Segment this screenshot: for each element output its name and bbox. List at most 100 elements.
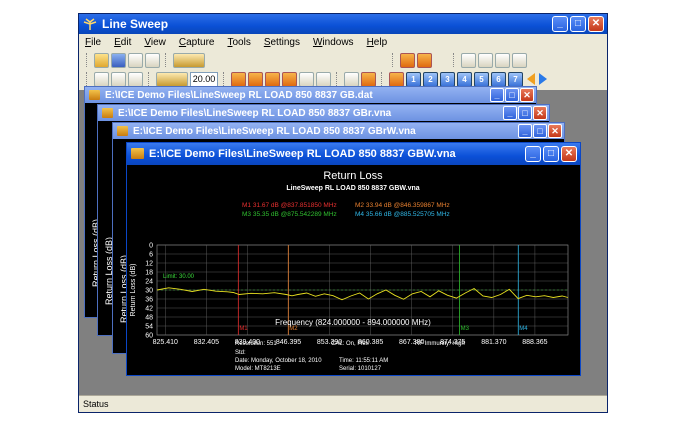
document-icon bbox=[89, 90, 100, 100]
x-tick-label: 881.370 bbox=[481, 339, 506, 346]
toolbar-grip[interactable] bbox=[392, 53, 395, 67]
y-tick-label: 42 bbox=[145, 306, 153, 313]
toolbar-grip[interactable] bbox=[381, 72, 384, 86]
menu-file[interactable]: File bbox=[85, 37, 101, 48]
page-4-button[interactable]: 4 bbox=[457, 71, 472, 87]
antenna-tool-icon[interactable] bbox=[94, 71, 109, 87]
trace-line bbox=[156, 287, 569, 301]
menu-help[interactable]: Help bbox=[367, 37, 388, 48]
y-ticks: 06121824303642485460 bbox=[145, 243, 153, 340]
level-bar-icon[interactable] bbox=[156, 71, 188, 87]
minimize-button[interactable]: _ bbox=[518, 124, 532, 138]
info-rf-immunity: RF Immunity: High bbox=[415, 341, 465, 347]
y-tick-label: 18 bbox=[145, 270, 153, 277]
active-window-titlebar[interactable]: E:\ICE Demo Files\LineSweep RL LOAD 850 … bbox=[127, 143, 580, 165]
arrow-left-icon[interactable] bbox=[527, 73, 535, 85]
page-6-button[interactable]: 6 bbox=[491, 71, 506, 87]
toolbar-grip[interactable] bbox=[148, 72, 151, 86]
close-button[interactable]: ✕ bbox=[533, 106, 547, 120]
active-window-title: E:\ICE Demo Files\LineSweep RL LOAD 850 … bbox=[149, 148, 456, 160]
maximize-button[interactable]: □ bbox=[505, 88, 519, 102]
summary-icon[interactable] bbox=[173, 52, 205, 68]
report-icon[interactable] bbox=[417, 52, 432, 68]
grid-view-icon[interactable] bbox=[512, 52, 527, 68]
close-button[interactable]: ✕ bbox=[561, 146, 577, 162]
square-tool-icon[interactable] bbox=[111, 71, 126, 87]
antenna-icon bbox=[83, 18, 97, 30]
status-text: Status bbox=[83, 399, 109, 409]
y-tick-label: 48 bbox=[145, 315, 153, 322]
marker-readout-m4: M4 35.66 dB @885.525705 MHz bbox=[355, 211, 450, 218]
menu-settings[interactable]: Settings bbox=[264, 37, 300, 48]
info-date: Date: Monday, October 18, 2010 bbox=[235, 358, 322, 364]
peak-icon[interactable] bbox=[299, 71, 314, 87]
toolbar-grip[interactable] bbox=[165, 53, 168, 67]
child-window-1-titlebar[interactable]: E:\ICE Demo Files\LineSweep RL LOAD 850 … bbox=[85, 87, 536, 103]
marker-tag-m4: M4 bbox=[519, 326, 528, 332]
child-window-active[interactable]: E:\ICE Demo Files\LineSweep RL LOAD 850 … bbox=[126, 142, 581, 376]
child-window-2-title: E:\ICE Demo Files\LineSweep RL LOAD 850 … bbox=[118, 107, 392, 119]
menu-capture[interactable]: Capture bbox=[179, 37, 215, 48]
connect-icon[interactable] bbox=[145, 52, 160, 68]
minimize-button[interactable]: _ bbox=[490, 88, 504, 102]
page-7-button[interactable]: 7 bbox=[508, 71, 523, 87]
marker-icon[interactable] bbox=[344, 71, 359, 87]
x-tick-label: 846.395 bbox=[276, 339, 301, 346]
capture-icon[interactable] bbox=[400, 52, 415, 68]
trace-b-icon[interactable] bbox=[248, 71, 263, 87]
menu-tools[interactable]: Tools bbox=[227, 37, 250, 48]
menubar: File Edit View Capture Tools Settings Wi… bbox=[79, 34, 607, 50]
page-home-icon[interactable] bbox=[389, 71, 404, 87]
toolbar-grip[interactable] bbox=[223, 72, 226, 86]
info-std: Std: bbox=[235, 350, 246, 356]
info-cal: CAL: On, Flex bbox=[331, 341, 369, 347]
close-button[interactable]: ✕ bbox=[520, 88, 534, 102]
x-tick-label: 888.365 bbox=[522, 339, 547, 346]
info-resolution: Resolution: 551 bbox=[235, 341, 277, 347]
menu-windows[interactable]: Windows bbox=[313, 37, 354, 48]
minimize-button[interactable]: _ bbox=[503, 106, 517, 120]
page-1-button[interactable]: 1 bbox=[406, 71, 421, 87]
app-titlebar[interactable]: Line Sweep _ □ ✕ bbox=[79, 14, 607, 34]
maximize-button[interactable]: □ bbox=[518, 106, 532, 120]
page-2-button[interactable]: 2 bbox=[423, 71, 438, 87]
trace-a-icon[interactable] bbox=[231, 71, 246, 87]
maximize-button[interactable]: □ bbox=[533, 124, 547, 138]
detail-view-icon[interactable] bbox=[478, 52, 493, 68]
toolbar-grip[interactable] bbox=[453, 53, 456, 67]
child-window-3-titlebar[interactable]: E:\ICE Demo Files\LineSweep RL LOAD 850 … bbox=[113, 123, 564, 139]
limit-icon[interactable] bbox=[361, 71, 376, 87]
open-folder-icon[interactable] bbox=[94, 52, 109, 68]
toolbar-grip[interactable] bbox=[86, 53, 89, 67]
close-button[interactable]: ✕ bbox=[548, 124, 562, 138]
value-field[interactable]: 20.00 bbox=[190, 71, 218, 87]
page-3-button[interactable]: 3 bbox=[440, 71, 455, 87]
minimize-button[interactable]: _ bbox=[525, 146, 541, 162]
info-serial: Serial: 1010127 bbox=[339, 366, 382, 372]
save-icon[interactable] bbox=[111, 52, 126, 68]
document-icon bbox=[117, 126, 128, 136]
minimize-button[interactable]: _ bbox=[552, 16, 568, 32]
trace-c-icon[interactable] bbox=[265, 71, 280, 87]
menu-view[interactable]: View bbox=[144, 37, 166, 48]
tile-view-icon[interactable] bbox=[495, 52, 510, 68]
child-window-2-titlebar[interactable]: E:\ICE Demo Files\LineSweep RL LOAD 850 … bbox=[98, 105, 549, 121]
toolbar-grip[interactable] bbox=[336, 72, 339, 86]
marker-readout-m1: M1 31.67 dB @837.851850 MHz bbox=[242, 202, 337, 209]
settings-tool-icon[interactable] bbox=[128, 71, 143, 87]
y-axis-label: Return Loss (dB) bbox=[130, 264, 137, 317]
menu-edit[interactable]: Edit bbox=[114, 37, 131, 48]
child-window-1-title: E:\ICE Demo Files\LineSweep RL LOAD 850 … bbox=[105, 89, 373, 101]
close-button[interactable]: ✕ bbox=[588, 16, 604, 32]
maximize-button[interactable]: □ bbox=[543, 146, 559, 162]
document-icon bbox=[131, 148, 144, 159]
valley-icon[interactable] bbox=[316, 71, 331, 87]
arrow-right-icon[interactable] bbox=[539, 73, 547, 85]
list-view-icon[interactable] bbox=[461, 52, 476, 68]
toolbar-grip[interactable] bbox=[86, 72, 89, 86]
print-icon[interactable] bbox=[128, 52, 143, 68]
page-5-button[interactable]: 5 bbox=[474, 71, 489, 87]
x-tick-label: 825.410 bbox=[153, 339, 178, 346]
maximize-button[interactable]: □ bbox=[570, 16, 586, 32]
trace-d-icon[interactable] bbox=[282, 71, 297, 87]
